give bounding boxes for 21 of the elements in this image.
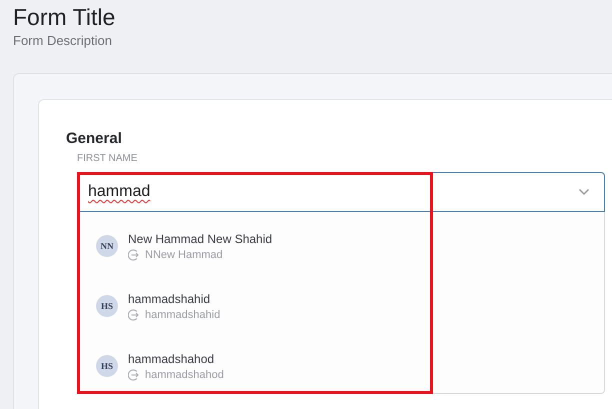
field-label: FIRST NAME	[77, 153, 138, 164]
option-name: hammadshahid	[128, 292, 212, 306]
form-title: Form Title	[13, 3, 116, 31]
arrow-circle-icon	[128, 248, 140, 260]
option-name: New Hammad New Shahid	[128, 232, 272, 246]
arrow-circle-icon	[128, 308, 140, 320]
avatar-initials: HS	[96, 355, 118, 377]
option-detail: hammadshahid	[145, 308, 220, 320]
chevron-down-icon	[578, 188, 590, 196]
form-description: Form Description	[13, 33, 113, 48]
option-name: hammadshahod	[128, 352, 216, 366]
option-detail: hammadshahod	[145, 368, 224, 380]
input-value: hammad	[88, 183, 150, 201]
arrow-circle-icon	[128, 368, 140, 380]
option-detail: NNew Hammad	[145, 248, 223, 260]
dropdown-option[interactable]: NN New Hammad New Shahid NNew Hammad	[78, 216, 604, 276]
avatar-initials: NN	[96, 235, 118, 257]
dropdown-option[interactable]: HS hammadshahod hammadshahod	[78, 336, 604, 396]
dropdown-option[interactable]: HS hammadshahid hammadshahid	[78, 276, 604, 336]
section-title: General	[66, 130, 123, 147]
avatar-initials: HS	[96, 295, 118, 317]
